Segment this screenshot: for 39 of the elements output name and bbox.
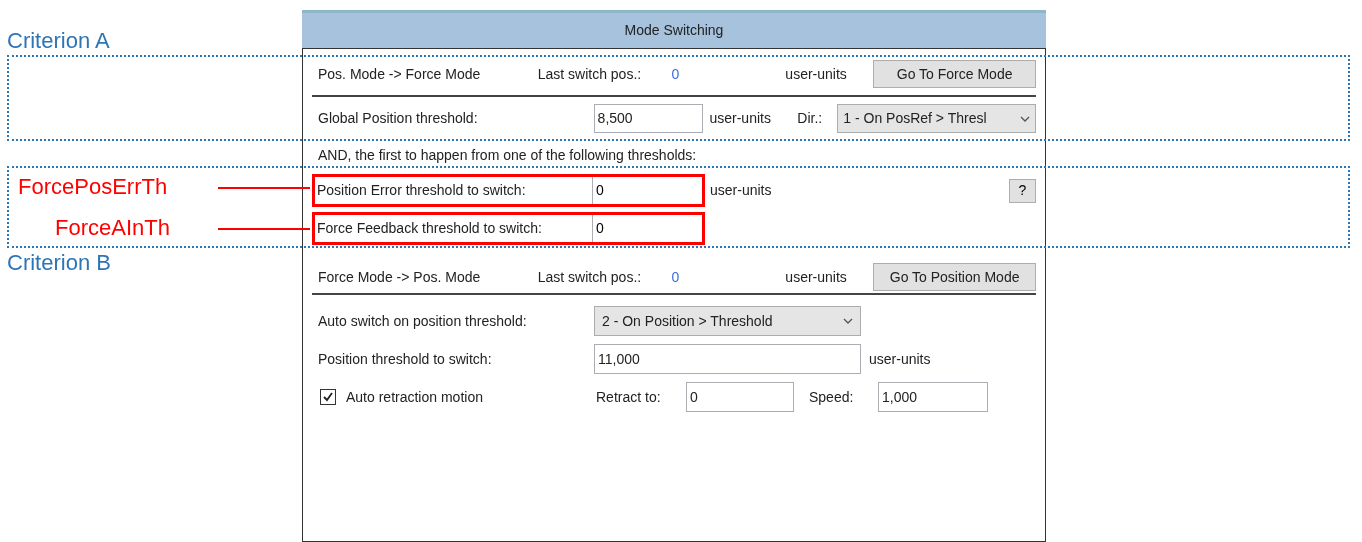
field-label: Force Feedback threshold to switch: [316, 219, 543, 238]
last-switch-value: 0 [671, 64, 681, 84]
units-label: user-units [785, 267, 848, 287]
field-label: Retract to: [596, 387, 662, 407]
direction-dropdown[interactable]: 1 - On PosRef > Thresl [837, 104, 1036, 133]
mode-button[interactable]: Go To Position Mode [873, 263, 1036, 291]
caret-icon [843, 318, 853, 324]
help-button[interactable]: ? [1009, 178, 1036, 203]
criterion-label: Criterion A [7, 28, 110, 54]
checkbox-label: Auto retraction motion [346, 387, 484, 407]
field-label: Position threshold to switch: [318, 349, 493, 369]
field-label: Last switch pos.: [537, 64, 643, 84]
units-label: user-units [869, 349, 931, 369]
field-label: Last switch pos.: [537, 267, 643, 287]
checkmark-icon [322, 391, 334, 403]
checkbox[interactable] [320, 389, 336, 405]
caret-icon [1020, 115, 1030, 122]
field-label: Global Position threshold: [318, 109, 479, 128]
criterion-label: Criterion B [7, 250, 111, 276]
section-title: Pos. Mode -> Force Mode [318, 64, 482, 84]
note-text: AND, the first to happen from one of the following thresholds: [317, 146, 698, 165]
field-label: Position Error threshold to switch: [316, 181, 527, 200]
threshold-input[interactable]: 0 [592, 177, 702, 204]
speed-input[interactable]: 1,000 [878, 382, 988, 412]
field-label: Dir.: [797, 109, 824, 128]
threshold-input[interactable]: 11,000 [594, 344, 861, 374]
last-switch-value: 0 [671, 267, 681, 287]
window-title: Mode Switching [302, 10, 1046, 48]
field-label: Auto switch on position threshold: [318, 311, 528, 331]
threshold-input[interactable]: 0 [592, 215, 702, 242]
auto-switch-dropdown[interactable]: 2 - On Position > Threshold [594, 306, 861, 336]
mode-button[interactable]: Go To Force Mode [873, 60, 1036, 88]
units-label: user-units [709, 109, 772, 128]
threshold-input[interactable]: 8,500 [593, 104, 704, 133]
units-label: user-units [710, 181, 772, 200]
field-label: Speed: [809, 387, 855, 407]
section-title: Force Mode -> Pos. Mode [318, 267, 482, 287]
retract-input[interactable]: 0 [686, 382, 794, 412]
units-label: user-units [785, 64, 848, 84]
